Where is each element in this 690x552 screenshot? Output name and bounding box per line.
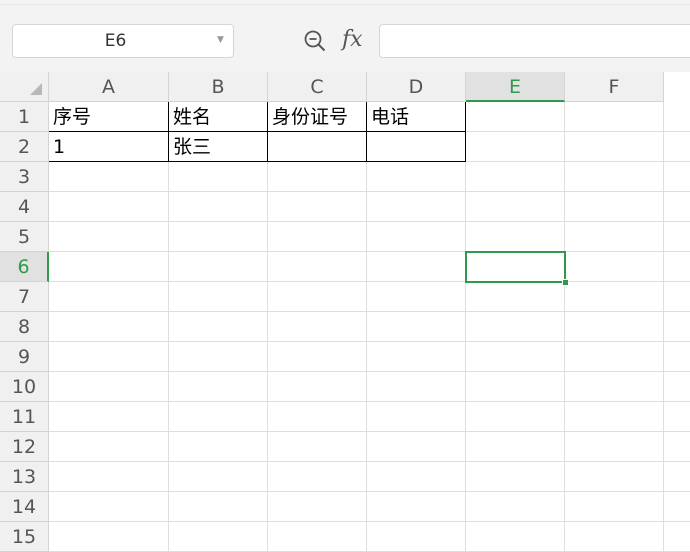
select-all-corner[interactable] (0, 72, 49, 102)
row-header-11[interactable]: 11 (0, 402, 49, 432)
row-header-7[interactable]: 7 (0, 282, 49, 312)
cell-b2[interactable]: 张三 (169, 132, 268, 162)
toolbar-divider (0, 4, 690, 5)
cell-a1[interactable]: 序号 (49, 102, 169, 132)
column-header-a[interactable]: A (49, 72, 169, 102)
gridline-column (465, 102, 466, 551)
cell-a2[interactable]: 1 (49, 132, 169, 162)
name-box[interactable]: E6 ▼ (12, 24, 234, 58)
column-header-f[interactable]: F (565, 72, 664, 102)
gridline-row (49, 311, 690, 312)
zoom-icon[interactable] (303, 29, 327, 53)
select-all-triangle-icon (30, 83, 42, 95)
fill-handle[interactable] (562, 279, 569, 286)
gridline-row (49, 341, 690, 342)
gridline-row (49, 371, 690, 372)
column-header-b[interactable]: B (169, 72, 268, 102)
column-header-c[interactable]: C (268, 72, 367, 102)
gridline-column (267, 102, 268, 551)
gridline-row (49, 191, 690, 192)
gridline-column (564, 102, 565, 551)
row-header-10[interactable]: 10 (0, 372, 49, 402)
formula-bar-input[interactable] (379, 24, 690, 58)
gridline-row (49, 251, 690, 252)
gridline-column (366, 102, 367, 551)
row-header-3[interactable]: 3 (0, 162, 49, 192)
cell-border (168, 102, 169, 162)
gridline-row (49, 491, 690, 492)
row-header-13[interactable]: 13 (0, 462, 49, 492)
gridline-row (49, 431, 690, 432)
cell-b1[interactable]: 姓名 (169, 102, 268, 132)
row-header-4[interactable]: 4 (0, 192, 49, 222)
spreadsheet-grid[interactable]: A B C D E F 1 2 3 4 5 6 7 8 9 10 11 12 13 14 15 序号 姓名 身份证号 电话 1 张三 (0, 72, 690, 552)
gridline-column (663, 102, 664, 551)
fx-icon[interactable]: fx (342, 27, 368, 53)
cell-c1[interactable]: 身份证号 (268, 102, 367, 132)
cell-border (267, 102, 268, 162)
cell-border (366, 102, 367, 162)
gridline-row (49, 221, 690, 222)
gridline-row (49, 401, 690, 402)
row-header-9[interactable]: 9 (0, 342, 49, 372)
row-header-2[interactable]: 2 (0, 132, 49, 162)
gridline-row (49, 521, 690, 522)
row-header-6[interactable]: 6 (0, 252, 49, 282)
toolbar: E6 ▼ fx (0, 0, 690, 72)
name-box-value: E6 (104, 31, 127, 51)
row-header-1[interactable]: 1 (0, 102, 49, 132)
gridline-row (49, 281, 690, 282)
cell-border (465, 102, 466, 162)
chevron-down-icon[interactable]: ▼ (217, 35, 225, 45)
column-header-e[interactable]: E (466, 72, 565, 102)
row-header-5[interactable]: 5 (0, 222, 49, 252)
cell-border (49, 131, 466, 132)
row-header-15[interactable]: 15 (0, 522, 49, 552)
gridline-row (49, 461, 690, 462)
cell-border (49, 161, 466, 162)
row-header-8[interactable]: 8 (0, 312, 49, 342)
row-header-14[interactable]: 14 (0, 492, 49, 522)
active-cell-selection[interactable] (465, 251, 566, 283)
cell-d1[interactable]: 电话 (367, 102, 466, 132)
column-header-d[interactable]: D (367, 72, 466, 102)
gridline-column (168, 102, 169, 551)
row-header-12[interactable]: 12 (0, 432, 49, 462)
